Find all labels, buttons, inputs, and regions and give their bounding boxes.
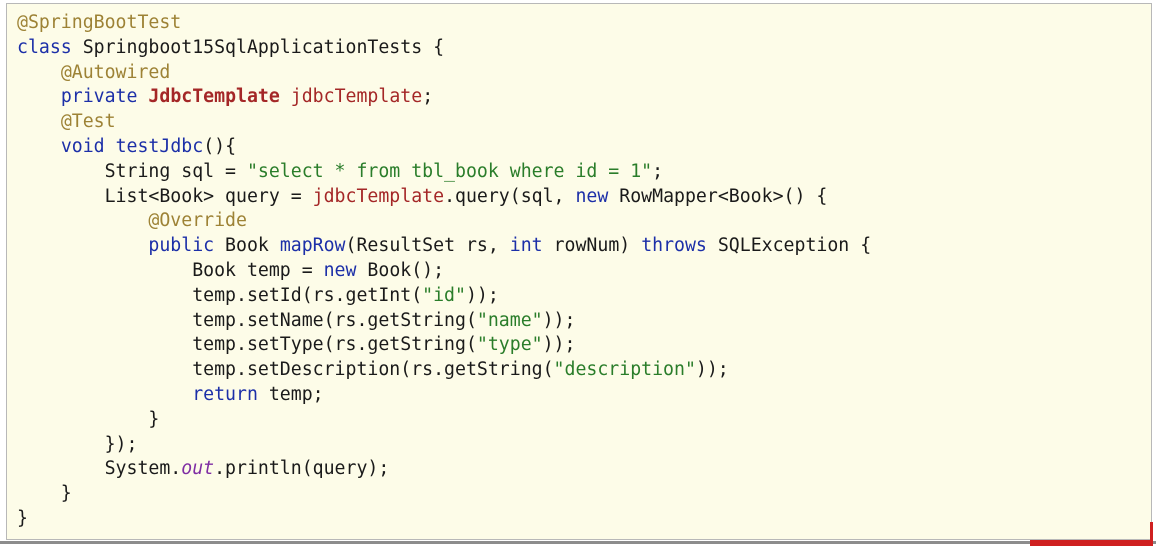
code-line: temp.setName(rs.getString("name"));	[17, 309, 871, 334]
keyword-token: void	[60, 135, 105, 157]
string-literal-token: "description"	[553, 359, 696, 381]
code-line: @Override	[17, 209, 871, 234]
type-token: JdbcTemplate	[148, 86, 280, 108]
code-line: temp.setId(rs.getInt("id"));	[17, 284, 871, 309]
string-literal-token: "name"	[476, 309, 543, 331]
code-text-token: System.	[17, 458, 182, 480]
string-literal-token: "id"	[422, 284, 466, 306]
code-text-token: List<Book> query =	[17, 185, 313, 207]
code-text-token: }	[17, 507, 28, 529]
static-field-token: out	[181, 458, 215, 480]
keyword-token: new	[323, 259, 357, 281]
code-line: });	[17, 433, 871, 458]
code-text-token: }	[17, 483, 72, 505]
field-token: jdbcTemplate	[290, 86, 423, 108]
code-line: temp.setType(rs.getString("type"));	[17, 333, 871, 358]
annotation-token: @SpringBootTest	[17, 12, 182, 33]
bottom-divider	[0, 541, 1156, 544]
code-text-token: ));	[695, 359, 729, 381]
code-text-token: (ResultSet rs,	[345, 235, 510, 257]
keyword-token: private	[60, 86, 138, 108]
method-name-token: testJdbc	[115, 135, 204, 157]
code-text-token: RowMapper<Book>() {	[608, 185, 828, 207]
code-line: class Springboot15SqlApplicationTests {	[17, 36, 871, 61]
annotation-token: @Test	[60, 111, 116, 133]
code-text-token: temp.setId(rs.getInt(	[17, 284, 423, 306]
code-text-token: Book temp =	[17, 259, 324, 281]
code-text-token: .println(query);	[214, 458, 390, 480]
corner-accent-edge	[1150, 522, 1153, 546]
string-literal-token: "type"	[476, 334, 543, 356]
code-text-token: temp.setType(rs.getString(	[17, 334, 477, 356]
code-text-token: temp.setDescription(rs.getString(	[17, 359, 554, 381]
code-text-token: Book();	[356, 259, 445, 281]
field-token: jdbcTemplate	[312, 185, 445, 207]
keyword-token: new	[575, 185, 609, 207]
code-line: @Test	[17, 110, 871, 135]
code-text-token: ;	[422, 86, 434, 108]
keyword-token: class	[17, 36, 72, 58]
code-line: }	[17, 408, 871, 433]
code-line: }	[17, 482, 871, 507]
string-literal-token: "select * from tbl_book where id = 1"	[246, 160, 653, 182]
code-text-token: }	[17, 408, 160, 430]
code-line: public Book mapRow(ResultSet rs, int row…	[17, 234, 871, 259]
corner-accent-bar	[1030, 540, 1150, 546]
code-line: @Autowired	[17, 61, 871, 86]
keyword-token: public	[148, 235, 215, 257]
code-text-token: ));	[542, 309, 576, 331]
keyword-token: return	[192, 383, 258, 405]
code-text-token: });	[17, 433, 138, 455]
code-line: private JdbcTemplate jdbcTemplate;	[17, 85, 871, 110]
code-text-token: ;	[652, 160, 664, 182]
code-text-token: SQLException {	[706, 235, 872, 257]
code-text-token: String sql =	[17, 160, 247, 182]
code-text-token: temp.setName(rs.getString(	[17, 309, 477, 331]
keyword-token: throws	[641, 235, 707, 257]
code-text-token: rowNum)	[542, 235, 642, 257]
code-text-token: ));	[465, 284, 499, 306]
code-line: void testJdbc(){	[17, 135, 871, 160]
keyword-token: int	[509, 235, 543, 257]
code-text-token: Book	[214, 235, 280, 257]
code-text-token: temp;	[257, 383, 324, 405]
annotation-token: @Override	[148, 210, 247, 232]
code-line: System.out.println(query);	[17, 457, 871, 482]
code-line: Book temp = new Book();	[17, 259, 871, 284]
code-line: return temp;	[17, 383, 871, 408]
annotation-token: @Autowired	[60, 61, 171, 83]
code-line: String sql = "select * from tbl_book whe…	[17, 160, 871, 185]
code-line: }	[17, 507, 871, 532]
code-text-token: (){	[203, 135, 237, 157]
code-line: temp.setDescription(rs.getString("descri…	[17, 358, 871, 383]
code-block: @SpringBootTest class Springboot15SqlAppl…	[17, 11, 871, 532]
code-line: @SpringBootTest	[17, 11, 871, 36]
method-name-token: mapRow	[279, 235, 346, 257]
code-text-token: Springboot15SqlApplicationTests {	[71, 36, 445, 58]
code-panel: @SpringBootTest class Springboot15SqlAppl…	[6, 3, 1152, 540]
code-text-token: .query(sql,	[444, 185, 576, 207]
code-line: List<Book> query = jdbcTemplate.query(sq…	[17, 185, 871, 210]
code-text-token: ));	[542, 334, 576, 356]
